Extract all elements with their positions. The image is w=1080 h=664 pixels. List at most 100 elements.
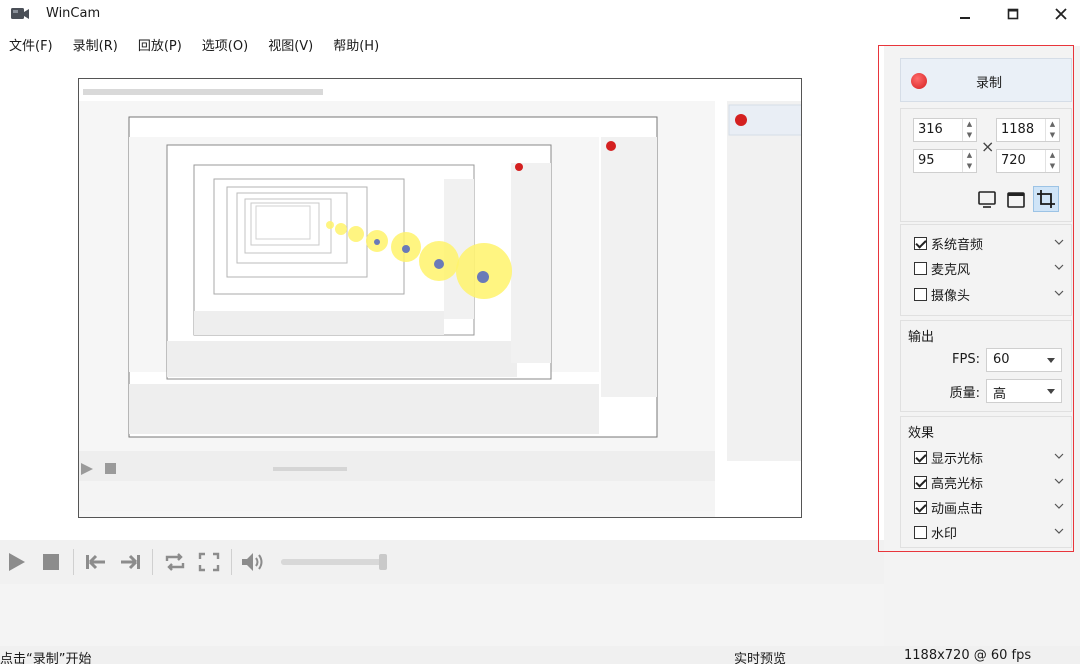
title-bar: WinCam bbox=[0, 0, 1080, 30]
quality-value: 高 bbox=[993, 387, 1007, 402]
region-y-input[interactable]: 95 ▲ ▼ bbox=[913, 149, 977, 173]
region-x-input[interactable]: 316 ▲ ▼ bbox=[913, 118, 977, 142]
watermark-label: 水印 bbox=[931, 526, 958, 542]
system-audio-label: 系统音频 bbox=[931, 237, 984, 253]
record-dot-icon bbox=[911, 73, 927, 89]
checkbox-unchecked-icon[interactable] bbox=[914, 287, 927, 301]
previous-button[interactable] bbox=[79, 545, 113, 579]
checkbox-unchecked-icon[interactable] bbox=[914, 261, 927, 275]
crop-icon bbox=[1037, 190, 1055, 208]
camera-label: 摄像头 bbox=[931, 288, 971, 304]
chevron-down-icon[interactable] bbox=[1054, 237, 1064, 247]
maximize-button[interactable] bbox=[990, 0, 1036, 28]
record-label: 录制 bbox=[976, 76, 1003, 91]
separator bbox=[73, 549, 74, 575]
watermark-checkbox[interactable]: 水印 bbox=[914, 522, 1064, 542]
window-title: WinCam bbox=[46, 6, 101, 21]
region-height-input[interactable]: 720 ▲ ▼ bbox=[996, 149, 1060, 173]
spin-arrows-icon[interactable]: ▲ ▼ bbox=[962, 119, 976, 141]
effects-title: 效果 bbox=[908, 426, 935, 441]
fullscreen-button[interactable] bbox=[192, 545, 226, 579]
fullscreen-mode-button[interactable] bbox=[974, 187, 1000, 213]
camera-app-icon bbox=[11, 8, 29, 19]
monitor-icon bbox=[978, 191, 996, 208]
microphone-label: 麦克风 bbox=[931, 262, 971, 278]
chevron-down-icon[interactable] bbox=[1054, 526, 1064, 536]
times-icon: × bbox=[981, 137, 995, 156]
stop-icon bbox=[43, 554, 59, 570]
preview-area bbox=[0, 58, 884, 540]
menu-file[interactable]: 文件(F) bbox=[0, 32, 63, 56]
separator bbox=[152, 549, 153, 575]
checkbox-checked-icon[interactable] bbox=[914, 450, 927, 464]
menu-help[interactable]: 帮助(H) bbox=[323, 32, 389, 56]
checkbox-unchecked-icon[interactable] bbox=[914, 525, 927, 539]
skip-back-icon bbox=[86, 554, 105, 570]
loop-button[interactable] bbox=[158, 545, 192, 579]
microphone-checkbox[interactable]: 麦克风 bbox=[914, 258, 1064, 278]
recursive-preview-image bbox=[79, 79, 801, 517]
playback-controls bbox=[0, 540, 884, 584]
system-audio-checkbox[interactable]: 系统音频 bbox=[914, 233, 1064, 253]
region-width-value: 1188 bbox=[1001, 122, 1035, 137]
maximize-icon bbox=[1007, 8, 1019, 20]
fps-label: FPS: bbox=[952, 352, 980, 367]
quality-select[interactable]: 高 bbox=[986, 379, 1062, 403]
menu-options[interactable]: 选项(O) bbox=[192, 32, 258, 56]
live-preview bbox=[78, 78, 802, 518]
region-mode-button[interactable] bbox=[1033, 186, 1059, 212]
volume-thumb[interactable] bbox=[378, 554, 387, 570]
status-hint: 点击“录制”开始 bbox=[0, 652, 92, 664]
checkbox-checked-icon[interactable] bbox=[914, 236, 927, 250]
animate-clicks-label: 动画点击 bbox=[931, 501, 984, 517]
separator bbox=[231, 549, 232, 575]
next-button[interactable] bbox=[113, 545, 147, 579]
show-cursor-label: 显示光标 bbox=[931, 451, 984, 467]
minimize-button[interactable] bbox=[942, 0, 988, 28]
empty-area bbox=[0, 584, 884, 646]
dropdown-arrow-icon bbox=[1047, 389, 1055, 394]
window-mode-button[interactable] bbox=[1003, 187, 1029, 213]
highlight-cursor-checkbox[interactable]: 高亮光标 bbox=[914, 472, 1064, 492]
volume-slider[interactable] bbox=[281, 554, 387, 570]
menu-playback[interactable]: 回放(P) bbox=[128, 32, 192, 56]
volume-button[interactable] bbox=[237, 545, 271, 579]
highlight-cursor-label: 高亮光标 bbox=[931, 476, 984, 492]
window-icon bbox=[1007, 192, 1025, 208]
checkbox-checked-icon[interactable] bbox=[914, 500, 927, 514]
status-bar: 点击“录制”开始 实时预览 1188x720 @ 60 fps bbox=[0, 646, 1080, 664]
close-button[interactable] bbox=[1038, 0, 1080, 28]
quality-label: 质量: bbox=[949, 386, 980, 401]
stop-button[interactable] bbox=[34, 545, 68, 579]
menu-view[interactable]: 视图(V) bbox=[258, 32, 323, 56]
repeat-icon bbox=[165, 553, 185, 571]
close-icon bbox=[1055, 8, 1067, 20]
region-x-value: 316 bbox=[918, 122, 943, 137]
spin-arrows-icon[interactable]: ▲ ▼ bbox=[962, 150, 976, 172]
region-height-value: 720 bbox=[1001, 153, 1026, 168]
chevron-down-icon[interactable] bbox=[1054, 501, 1064, 511]
status-mode: 实时预览 bbox=[734, 652, 787, 664]
chevron-down-icon[interactable] bbox=[1054, 288, 1064, 298]
spin-arrows-icon[interactable]: ▲ ▼ bbox=[1045, 119, 1059, 141]
animate-clicks-checkbox[interactable]: 动画点击 bbox=[914, 497, 1064, 517]
camera-checkbox[interactable]: 摄像头 bbox=[914, 284, 1064, 304]
dropdown-arrow-icon bbox=[1047, 358, 1055, 363]
chevron-down-icon[interactable] bbox=[1054, 476, 1064, 486]
spin-arrows-icon[interactable]: ▲ ▼ bbox=[1045, 150, 1059, 172]
region-width-input[interactable]: 1188 ▲ ▼ bbox=[996, 118, 1060, 142]
wincam-window: WinCam 文件(F) 录制(R) 回放(P) 选项(O) 视图(V) 帮助(… bbox=[0, 0, 1080, 664]
record-button[interactable]: 录制 bbox=[900, 58, 1072, 102]
fullscreen-icon bbox=[198, 552, 220, 572]
fps-select[interactable]: 60 bbox=[986, 348, 1062, 372]
status-resolution: 1188x720 @ 60 fps bbox=[904, 648, 1032, 663]
fps-value: 60 bbox=[993, 352, 1010, 367]
volume-icon bbox=[242, 553, 263, 571]
menu-record[interactable]: 录制(R) bbox=[63, 32, 128, 56]
chevron-down-icon[interactable] bbox=[1054, 451, 1064, 461]
chevron-down-icon[interactable] bbox=[1054, 262, 1064, 272]
output-title: 输出 bbox=[908, 330, 935, 345]
play-button[interactable] bbox=[0, 545, 34, 579]
checkbox-checked-icon[interactable] bbox=[914, 475, 927, 489]
show-cursor-checkbox[interactable]: 显示光标 bbox=[914, 447, 1064, 467]
